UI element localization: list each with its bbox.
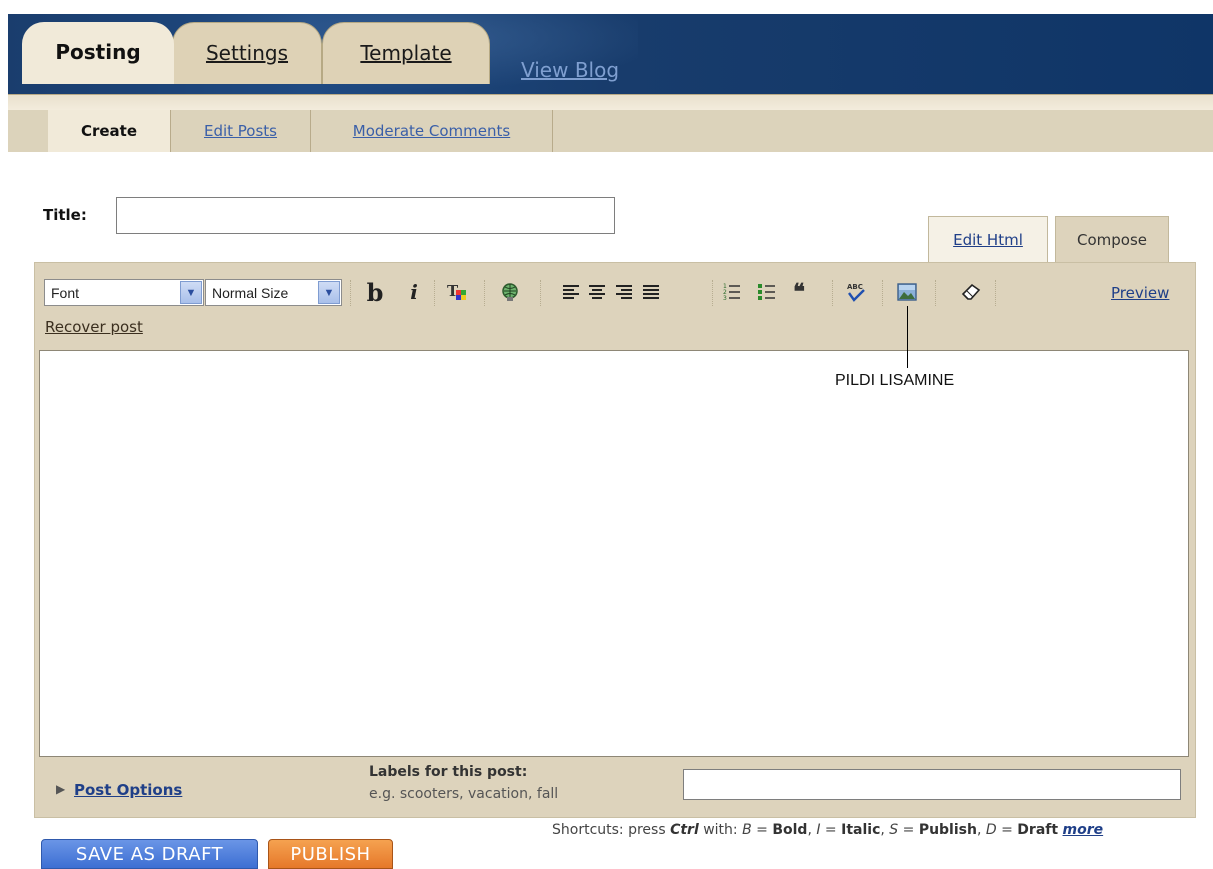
font-select[interactable]: Font ▼ — [44, 279, 204, 306]
add-image-icon — [897, 283, 917, 301]
labels-input[interactable] — [683, 769, 1181, 800]
shortcut-d-key: D — [985, 822, 997, 838]
link-icon — [502, 283, 518, 301]
view-blog-link[interactable]: View Blog — [521, 58, 619, 82]
tab-posting[interactable]: Posting — [22, 22, 174, 84]
font-size-select-value: Normal Size — [212, 284, 289, 301]
link-button[interactable] — [497, 276, 523, 308]
tab-compose[interactable]: Compose — [1055, 216, 1169, 262]
shortcut-b-key: B — [742, 822, 752, 838]
spellcheck-button[interactable]: ABC — [842, 276, 870, 308]
title-input[interactable] — [116, 197, 615, 234]
sub-navigation-bar: Create Edit Posts Moderate Comments — [8, 110, 1213, 152]
subtab-moderate-comments[interactable]: Moderate Comments — [311, 110, 553, 152]
save-as-draft-button[interactable]: SAVE AS DRAFT — [41, 839, 258, 869]
toolbar-separator — [484, 280, 485, 306]
shortcuts-with: with: — [698, 822, 743, 838]
eraser-icon — [961, 283, 981, 300]
annotation-label: PILDI LISAMINE — [835, 372, 955, 389]
toolbar-separator — [935, 280, 936, 306]
align-left-icon — [563, 285, 579, 299]
subtab-create[interactable]: Create — [48, 110, 171, 152]
shortcut-ctrl: Ctrl — [670, 822, 699, 838]
blockquote-button[interactable]: ❝ — [788, 276, 810, 308]
svg-text:ABC: ABC — [847, 283, 863, 291]
chevron-down-icon: ▼ — [318, 281, 340, 304]
shortcuts-prefix: Shortcuts: press — [552, 822, 671, 838]
post-body-editor[interactable] — [39, 350, 1189, 757]
tab-settings[interactable]: Settings — [172, 22, 322, 84]
tab-edit-html[interactable]: Edit Html — [928, 216, 1048, 262]
annotation-pointer — [907, 306, 908, 368]
shortcut-eq: = — [751, 822, 773, 838]
labels-title: Labels for this post: — [369, 764, 528, 780]
svg-text:3: 3 — [723, 295, 727, 302]
publish-button[interactable]: PUBLISH — [268, 839, 393, 869]
blockquote-icon: ❝ — [793, 279, 805, 305]
align-center-icon — [589, 285, 605, 299]
tab-bar-divider — [8, 94, 1213, 110]
italic-button[interactable]: i — [404, 276, 424, 308]
shortcut-eq: = — [898, 822, 919, 838]
recover-post-link[interactable]: Recover post — [45, 318, 143, 336]
toolbar-separator — [350, 280, 351, 306]
remove-formatting-button[interactable] — [958, 276, 984, 308]
subtab-edit-posts[interactable]: Edit Posts — [171, 110, 311, 152]
tab-template[interactable]: Template — [322, 22, 490, 84]
align-right-icon — [616, 285, 632, 299]
shortcut-eq: = — [820, 822, 842, 838]
numbered-list-button[interactable]: 1 2 3 — [721, 276, 743, 308]
text-color-icon: T — [447, 282, 466, 300]
toolbar-separator — [712, 280, 713, 306]
align-left-button[interactable] — [560, 276, 582, 308]
text-color-button[interactable]: T — [444, 276, 470, 308]
shortcuts-more-link[interactable]: more — [1063, 822, 1104, 838]
shortcut-publish: Publish — [918, 822, 977, 838]
align-right-button[interactable] — [613, 276, 635, 308]
shortcut-italic: Italic — [841, 822, 881, 838]
font-size-select[interactable]: Normal Size ▼ — [205, 279, 342, 306]
post-options-link[interactable]: Post Options — [74, 781, 182, 799]
labels-hint: e.g. scooters, vacation, fall — [369, 786, 559, 802]
chevron-down-icon: ▼ — [180, 281, 202, 304]
numbered-list-icon: 1 2 3 — [723, 283, 740, 302]
bold-button[interactable]: b — [364, 276, 386, 308]
shortcut-draft: Draft — [1017, 822, 1059, 838]
align-center-button[interactable] — [586, 276, 608, 308]
toolbar-separator — [995, 280, 996, 306]
toolbar-separator — [882, 280, 883, 306]
justify-icon — [643, 285, 659, 299]
justify-button[interactable] — [640, 276, 662, 308]
spellcheck-icon: ABC — [847, 283, 865, 302]
toolbar-separator — [434, 280, 435, 306]
bullet-list-button[interactable] — [756, 276, 778, 308]
font-select-value: Font — [51, 284, 80, 301]
title-label: Title: — [43, 206, 87, 224]
keyboard-shortcuts-hint: Shortcuts: press Ctrl with: B = Bold, I … — [552, 822, 1104, 838]
shortcut-s-key: S — [889, 822, 899, 838]
expand-arrow-icon[interactable]: ▶ — [56, 782, 65, 796]
shortcut-bold: Bold — [772, 822, 808, 838]
add-image-button[interactable] — [894, 276, 920, 308]
shortcut-eq: = — [996, 822, 1018, 838]
toolbar-separator — [540, 280, 541, 306]
toolbar-separator — [832, 280, 833, 306]
bullet-list-icon — [758, 284, 775, 300]
preview-link[interactable]: Preview — [1111, 284, 1169, 302]
